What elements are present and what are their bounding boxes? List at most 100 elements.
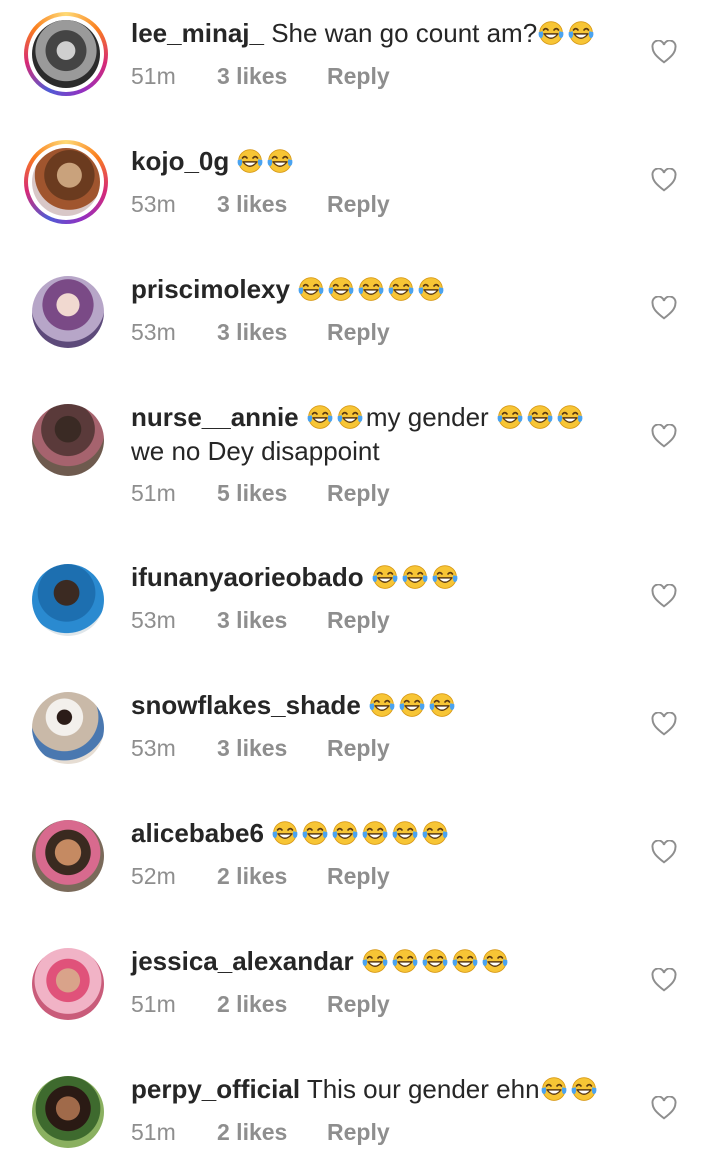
comment-time: 51m [131, 1119, 176, 1145]
reply-button[interactable]: Reply [327, 61, 390, 91]
avatar-wrapper[interactable] [24, 268, 108, 352]
reply-button[interactable]: Reply [327, 478, 390, 508]
tears-of-joy-emoji-icon [402, 565, 428, 589]
avatar-wrapper[interactable] [24, 1068, 108, 1152]
comment-username[interactable]: perpy_official [131, 1074, 300, 1104]
heart-outline-icon[interactable] [651, 168, 677, 192]
avatar-wrapper[interactable] [24, 940, 108, 1024]
tears-of-joy-emoji-icon [429, 693, 455, 717]
comment-likes[interactable]: 3 likes [217, 317, 327, 347]
comment-text: kojo_0g [131, 144, 648, 178]
tears-of-joy-emoji-icon [298, 277, 324, 301]
tears-of-joy-emoji-icon [557, 405, 583, 429]
heart-outline-icon[interactable] [651, 968, 677, 992]
comment-text: snowflakes_shade [131, 688, 648, 722]
tears-of-joy-emoji-icon [392, 949, 418, 973]
tears-of-joy-emoji-icon [332, 821, 358, 845]
avatar-story-ring[interactable] [24, 140, 108, 224]
comment-likes[interactable]: 5 likes [217, 478, 327, 508]
tears-of-joy-emoji-icon [362, 821, 388, 845]
comment-likes[interactable]: 3 likes [217, 733, 327, 763]
comment-meta: 53m 3 likes Reply [131, 189, 390, 219]
avatar-wrapper[interactable] [24, 556, 108, 640]
tears-of-joy-emoji-icon [238, 149, 263, 173]
heart-outline-icon[interactable] [651, 424, 677, 448]
tears-of-joy-emoji-icon [307, 405, 333, 429]
tears-of-joy-emoji-icon [482, 949, 508, 973]
comment-time: 51m [131, 480, 176, 506]
comment-text: nurse__annie my gender [131, 400, 648, 434]
heart-outline-icon[interactable] [651, 296, 677, 320]
comment-meta: 51m 2 likes Reply [131, 1117, 390, 1147]
comment-meta: 51m 3 likes Reply [131, 61, 390, 91]
reply-button[interactable]: Reply [327, 989, 390, 1019]
heart-outline-icon[interactable] [651, 40, 677, 64]
avatar-wrapper[interactable] [24, 396, 108, 480]
comment-likes[interactable]: 2 likes [217, 861, 327, 891]
comment-username[interactable]: lee_minaj_ [131, 18, 264, 48]
tears-of-joy-emoji-icon [302, 821, 328, 845]
reply-button[interactable]: Reply [327, 317, 390, 347]
tears-of-joy-emoji-icon [392, 821, 418, 845]
comment-likes[interactable]: 2 likes [217, 989, 327, 1019]
tears-of-joy-emoji-icon [538, 21, 564, 45]
tears-of-joy-emoji-icon [497, 405, 523, 429]
tears-of-joy-emoji-icon [372, 565, 398, 589]
comment-time: 51m [131, 63, 176, 89]
avatar [32, 276, 104, 348]
comment-username[interactable]: kojo_0g [131, 146, 229, 176]
reply-button[interactable]: Reply [327, 605, 390, 635]
tears-of-joy-emoji-icon [399, 693, 425, 717]
comment-username[interactable]: ifunanyaorieobado [131, 562, 364, 592]
tears-of-joy-emoji-icon [337, 405, 363, 429]
heart-outline-icon[interactable] [651, 1096, 677, 1120]
reply-button[interactable]: Reply [327, 861, 390, 891]
comment-body: This our gender ehn [306, 1074, 540, 1104]
comment-time: 53m [131, 319, 176, 345]
tears-of-joy-emoji-icon [527, 405, 553, 429]
reply-button[interactable]: Reply [327, 733, 390, 763]
comment-username[interactable]: snowflakes_shade [131, 690, 361, 720]
comment-text: priscimolexy [131, 272, 648, 306]
tears-of-joy-emoji-icon [571, 1077, 596, 1101]
tears-of-joy-emoji-icon [422, 949, 448, 973]
comment-username[interactable]: alicebabe6 [131, 818, 264, 848]
reply-button[interactable]: Reply [327, 189, 390, 219]
avatar-wrapper[interactable] [24, 812, 108, 896]
comment-likes[interactable]: 3 likes [217, 189, 327, 219]
tears-of-joy-emoji-icon [388, 277, 414, 301]
comment-time: 53m [131, 191, 176, 217]
avatar-story-ring[interactable] [24, 12, 108, 96]
avatar-wrapper[interactable] [24, 684, 108, 768]
avatar [32, 564, 104, 636]
comment-text: lee_minaj_ She wan go count am? [131, 16, 648, 50]
avatar [32, 1076, 104, 1148]
avatar [32, 404, 104, 476]
heart-outline-icon[interactable] [651, 584, 677, 608]
comment-text: alicebabe6 [131, 816, 648, 850]
comments-screen: { "colors": { "username": "#262626", "me… [0, 0, 720, 1155]
tears-of-joy-emoji-icon [328, 277, 354, 301]
reply-button[interactable]: Reply [327, 1117, 390, 1147]
tears-of-joy-emoji-icon [369, 693, 395, 717]
heart-outline-icon[interactable] [651, 712, 677, 736]
tears-of-joy-emoji-icon [418, 277, 444, 301]
comment-body-line2: we no Dey disappoint [131, 436, 380, 466]
comment-text: ifunanyaorieobado [131, 560, 648, 594]
tears-of-joy-emoji-icon [541, 1077, 566, 1101]
comment-time: 52m [131, 863, 176, 889]
comment-meta: 51m 2 likes Reply [131, 989, 390, 1019]
comment-time: 53m [131, 607, 176, 633]
comment-likes[interactable]: 3 likes [217, 61, 327, 91]
comment-username[interactable]: priscimolexy [131, 274, 290, 304]
comment-body: She wan go count am? [271, 18, 538, 48]
heart-outline-icon[interactable] [651, 840, 677, 864]
comment-likes[interactable]: 2 likes [217, 1117, 327, 1147]
comment-meta: 53m 3 likes Reply [131, 733, 390, 763]
comment-username[interactable]: nurse__annie [131, 402, 299, 432]
comment-username[interactable]: jessica_alexandar [131, 946, 354, 976]
comment-text: jessica_alexandar [131, 944, 648, 978]
tears-of-joy-emoji-icon [452, 949, 478, 973]
tears-of-joy-emoji-icon [362, 949, 388, 973]
comment-likes[interactable]: 3 likes [217, 605, 327, 635]
